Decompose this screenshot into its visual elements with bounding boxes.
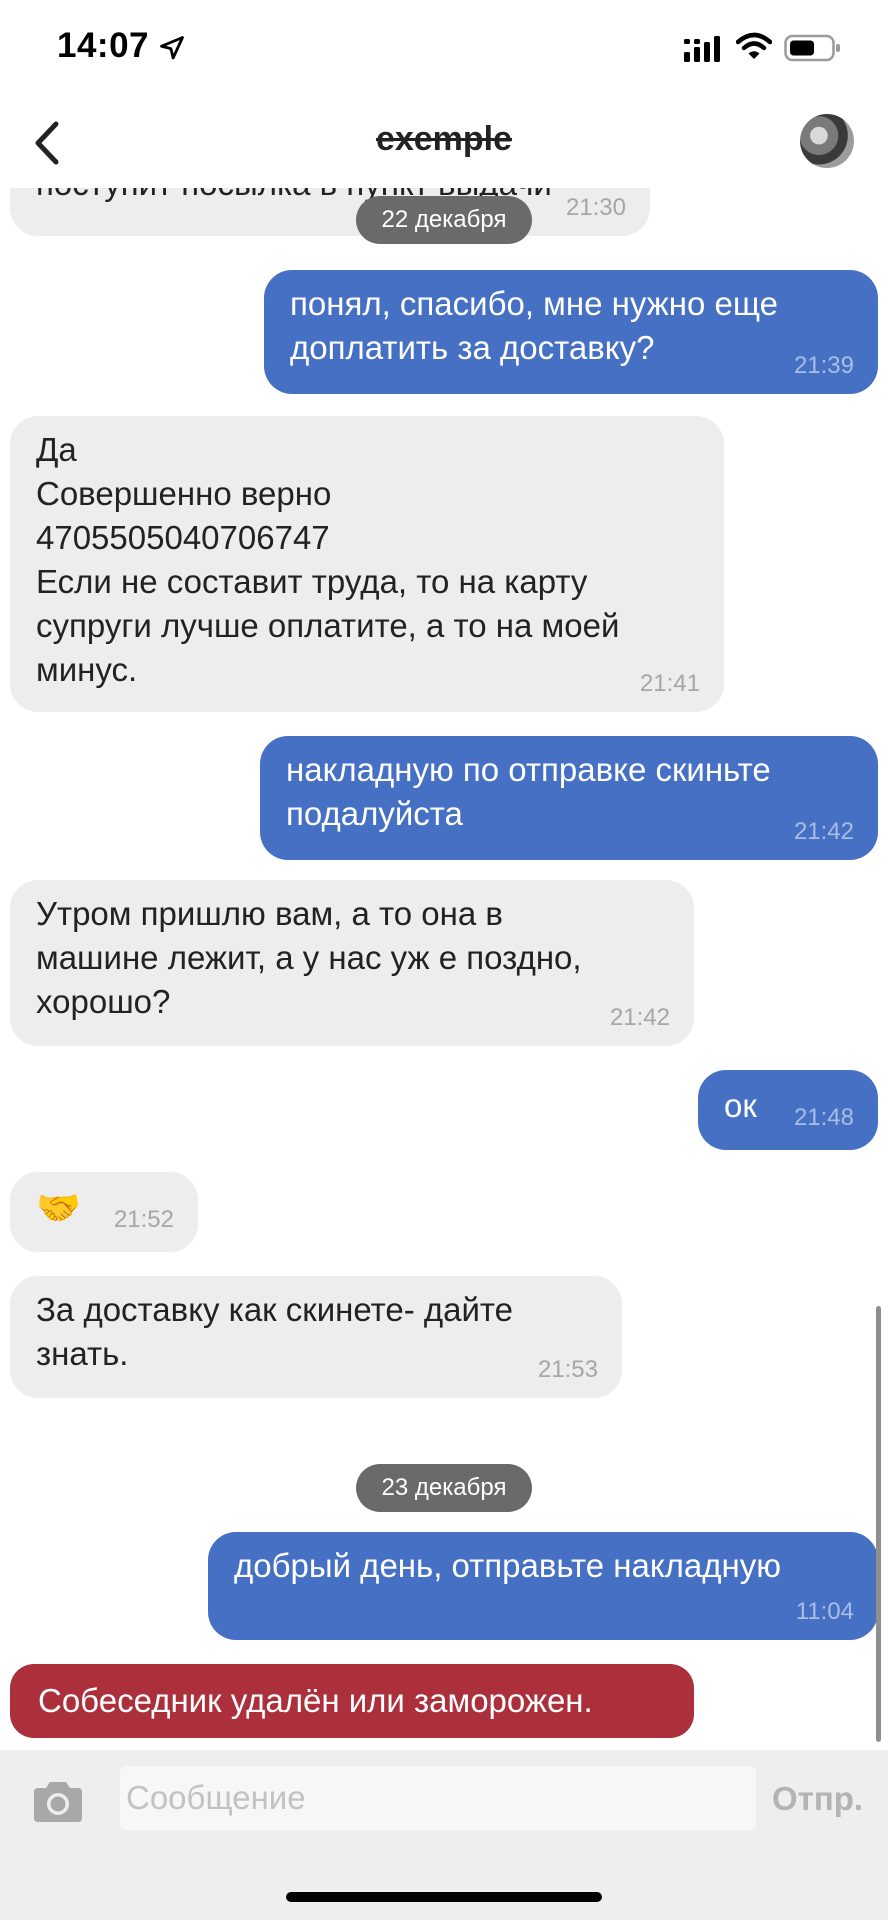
message-input[interactable]	[120, 1766, 756, 1830]
status-bar: 14:07	[0, 0, 888, 96]
message-text: накладную по отправке скиньте подалуйста	[286, 751, 771, 832]
message-input-bar: Отпр.	[0, 1750, 888, 1920]
message-time: 21:42	[793, 818, 854, 845]
date-separator: 23 декабря	[356, 1464, 532, 1512]
message-time: 21:52	[113, 1206, 174, 1233]
message-outgoing: понял, спасибо, мне нужно еще доплатить …	[264, 270, 878, 394]
battery-icon	[784, 34, 840, 62]
chat-title: exemple	[375, 120, 513, 158]
home-indicator	[286, 1892, 602, 1902]
navigation-bar: exemple	[0, 96, 888, 188]
message-text: За доставку как скинете- дайте знать.	[36, 1291, 514, 1372]
message-text: Да Совершенно верно 4705505040706747 Есл…	[36, 431, 620, 688]
camera-icon[interactable]	[30, 1780, 86, 1824]
message-time: 11:04	[795, 1598, 854, 1625]
message-time: 21:30	[565, 194, 626, 221]
send-button[interactable]: Отпр.	[772, 1780, 863, 1818]
date-separator: 22 декабря	[356, 196, 532, 244]
location-arrow-icon	[160, 36, 184, 60]
message-text: Утром пришлю вам, а то она в машине лежи…	[36, 895, 582, 1020]
scrollbar[interactable]	[876, 1306, 881, 1742]
wifi-icon	[736, 32, 772, 59]
message-time: 21:48	[793, 1104, 854, 1131]
message-time: 21:53	[537, 1356, 598, 1383]
message-incoming: Утром пришлю вам, а то она в машине лежи…	[10, 880, 694, 1046]
message-text: добрый день, отправьте накладную	[234, 1547, 781, 1584]
message-time: 21:39	[793, 352, 854, 379]
message-outgoing: накладную по отправке скиньте подалуйста…	[260, 736, 878, 860]
message-incoming: поступит посылка в пункт выдачи 21:30	[10, 188, 650, 236]
message-incoming: Да Совершенно верно 4705505040706747 Есл…	[10, 416, 724, 712]
contact-avatar[interactable]	[800, 114, 854, 168]
message-incoming: За доставку как скинете- дайте знать. 21…	[10, 1276, 622, 1398]
cellular-signal-icon	[684, 36, 720, 62]
message-list[interactable]: поступит посылка в пункт выдачи 21:30 22…	[0, 188, 888, 1750]
message-time: 21:41	[639, 670, 700, 697]
message-outgoing: добрый день, отправьте накладную 11:04	[208, 1532, 878, 1640]
message-outgoing: ок 21:48	[698, 1070, 878, 1150]
message-time: 21:42	[609, 1004, 670, 1031]
error-banner: Собеседник удалён или заморожен.	[10, 1664, 694, 1738]
message-text: понял, спасибо, мне нужно еще доплатить …	[290, 285, 778, 366]
message-incoming: 🤝 21:52	[10, 1172, 198, 1252]
status-time: 14:07	[57, 26, 150, 65]
